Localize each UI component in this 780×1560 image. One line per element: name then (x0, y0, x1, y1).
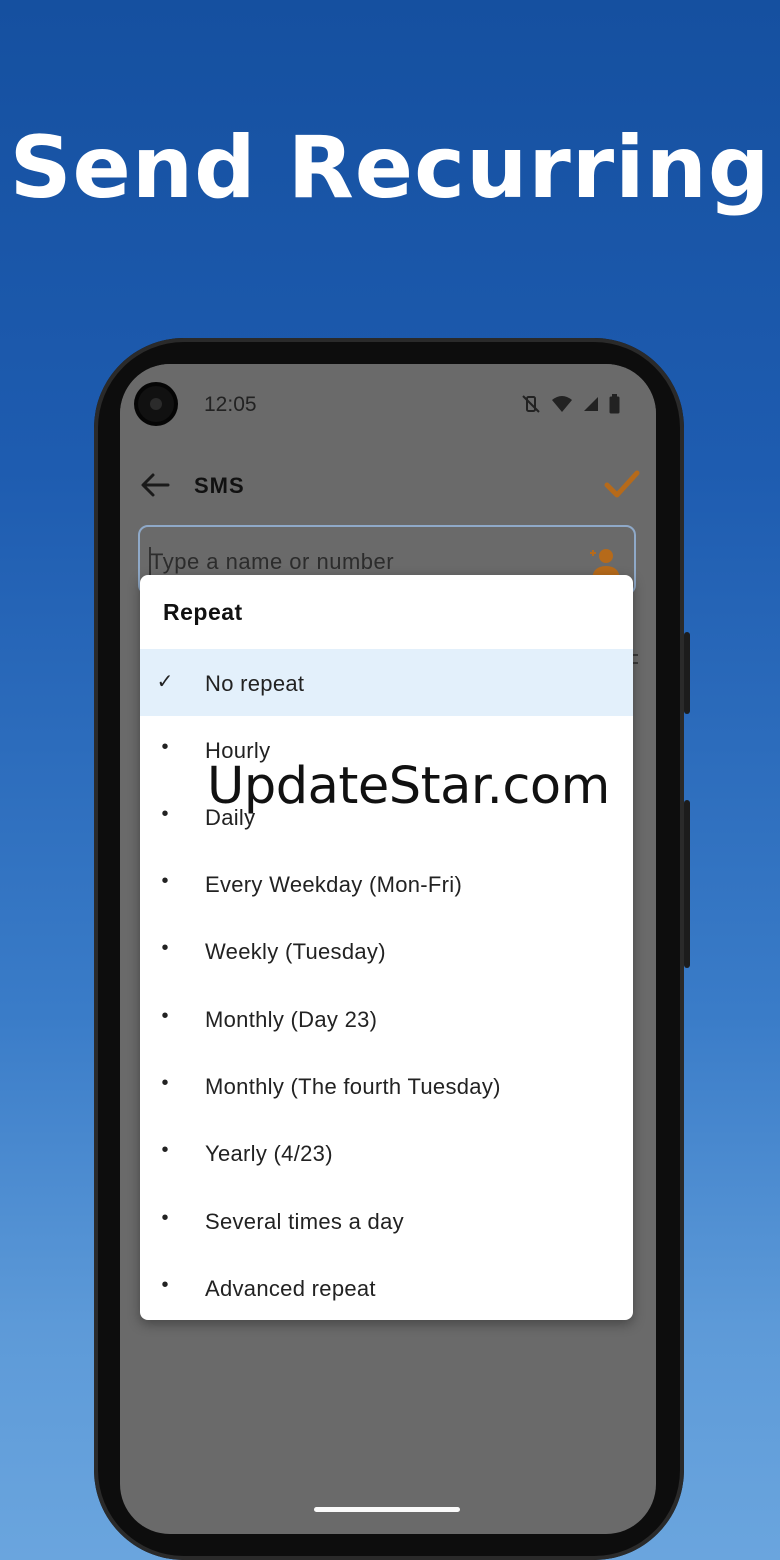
volume-button (684, 800, 690, 968)
repeat-option-yearly[interactable]: • Yearly (4/23) (140, 1119, 633, 1186)
bullet-icon: • (161, 1139, 169, 1161)
confirm-check-icon[interactable] (602, 464, 642, 504)
option-label: Monthly (Day 23) (205, 1007, 378, 1032)
option-label: Weekly (Tuesday) (205, 939, 386, 964)
option-label: Every Weekday (Mon-Fri) (205, 872, 463, 897)
repeat-option-advanced[interactable]: • Advanced repeat (140, 1254, 633, 1320)
recipient-placeholder: Type a name or number (150, 549, 395, 574)
back-arrow-icon[interactable] (138, 468, 172, 502)
bullet-icon: • (161, 803, 169, 825)
headline: Send Recurring (9, 118, 771, 218)
home-indicator[interactable] (314, 1507, 460, 1512)
battery-icon (609, 394, 620, 414)
status-time: 12:05 (204, 393, 257, 416)
status-icons (521, 394, 620, 414)
bullet-icon: • (161, 937, 169, 959)
front-camera (138, 386, 174, 422)
repeat-option-monthly-weekday[interactable]: • Monthly (The fourth Tuesday) (140, 1052, 633, 1119)
status-bar: 12:05 (120, 364, 656, 444)
repeat-option-weekly[interactable]: • Weekly (Tuesday) (140, 917, 633, 984)
watermark: UpdateStar.com (207, 757, 610, 816)
bullet-icon: • (161, 1072, 169, 1094)
power-button (684, 632, 690, 714)
bullet-icon: • (161, 870, 169, 892)
signal-icon (584, 397, 598, 411)
option-label: No repeat (205, 671, 305, 696)
wifi-icon (552, 396, 572, 412)
dialog-title: Repeat (163, 599, 243, 625)
option-label: Advanced repeat (205, 1276, 376, 1301)
vibrate-off-icon (522, 395, 540, 413)
bullet-icon: • (161, 1005, 169, 1027)
option-label: Monthly (The fourth Tuesday) (205, 1074, 501, 1099)
repeat-option-no-repeat[interactable]: ✓ No repeat (140, 649, 633, 716)
repeat-option-several-daily[interactable]: • Several times a day (140, 1187, 633, 1254)
repeat-dialog: Repeat ✓ No repeat • Hourly • Daily • Ev… (140, 575, 633, 1320)
bullet-icon: • (161, 736, 169, 758)
repeat-option-monthly-day[interactable]: • Monthly (Day 23) (140, 985, 633, 1052)
option-label: Several times a day (205, 1209, 404, 1234)
bullet-icon: • (161, 1207, 169, 1229)
checkmark-icon: ✓ (156, 671, 174, 693)
bullet-icon: • (161, 1274, 169, 1296)
repeat-option-weekday[interactable]: • Every Weekday (Mon-Fri) (140, 850, 633, 917)
option-label: Yearly (4/23) (205, 1141, 333, 1166)
page-title: SMS (194, 473, 245, 498)
